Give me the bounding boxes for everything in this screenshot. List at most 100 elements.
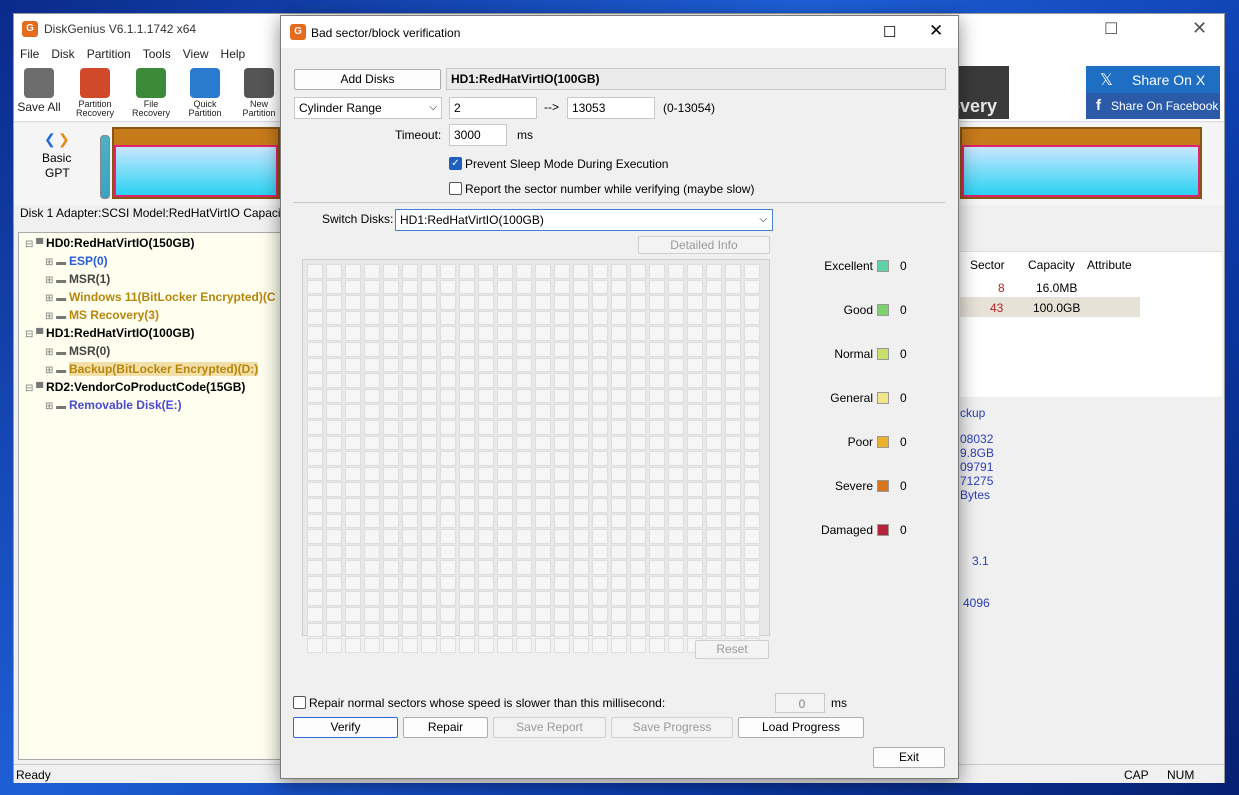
col-attribute[interactable]: Attribute bbox=[1087, 258, 1132, 272]
legend-swatch bbox=[877, 436, 889, 448]
partition-block-right[interactable] bbox=[960, 127, 1202, 199]
sector-block bbox=[383, 310, 399, 326]
share-facebook-button[interactable]: f Share On Facebook bbox=[1086, 93, 1220, 119]
sector-block bbox=[573, 497, 589, 513]
tree-node[interactable]: ⊞ ▬ Removable Disk(E:) bbox=[45, 398, 182, 412]
menu-item[interactable]: Tools bbox=[137, 44, 177, 64]
maximize-icon[interactable]: ☐ bbox=[883, 23, 896, 41]
sector-block bbox=[668, 497, 684, 513]
sector-block bbox=[364, 435, 380, 451]
sector-block bbox=[459, 357, 475, 373]
repair-slow-checkbox[interactable] bbox=[293, 696, 306, 709]
sector-block bbox=[668, 482, 684, 497]
sector-block bbox=[421, 591, 437, 607]
prev-disk-icon[interactable]: ❮ bbox=[44, 131, 56, 148]
save-report-button[interactable]: Save Report bbox=[493, 717, 606, 738]
sector-block bbox=[459, 497, 475, 513]
tree-node[interactable]: ⊞ ▬ MSR(1) bbox=[45, 272, 110, 286]
toolbar-button[interactable]: New Partition bbox=[234, 68, 284, 118]
sector-block bbox=[440, 435, 456, 451]
maximize-icon[interactable]: ☐ bbox=[1104, 19, 1118, 39]
sector-block bbox=[364, 357, 380, 373]
repair-button[interactable]: Repair bbox=[403, 717, 488, 738]
sector-block bbox=[459, 404, 475, 419]
close-icon[interactable]: ✕ bbox=[1192, 18, 1207, 39]
exit-button[interactable]: Exit bbox=[873, 747, 945, 768]
range-to-input[interactable]: 13053 bbox=[567, 97, 655, 119]
menu-item[interactable]: Help bbox=[215, 44, 252, 64]
tree-node[interactable]: ⊞ ▬ MS Recovery(3) bbox=[45, 308, 159, 322]
sector-block bbox=[516, 591, 532, 607]
sector-block bbox=[649, 295, 665, 310]
sector-block bbox=[611, 341, 627, 357]
repair-ms-unit: ms bbox=[831, 696, 847, 710]
sector-block bbox=[687, 264, 703, 279]
share-facebook-label: Share On Facebook bbox=[1111, 99, 1219, 113]
tree-node[interactable]: ⊞ ▬ ESP(0) bbox=[45, 254, 108, 268]
report-sector-checkbox[interactable] bbox=[449, 182, 462, 195]
chevron-down-icon: ⌵ bbox=[759, 214, 767, 225]
toolbar-label: Partition bbox=[188, 108, 222, 118]
sector-block bbox=[725, 544, 741, 560]
sector-block bbox=[345, 419, 361, 435]
prevent-sleep-checkbox[interactable]: ✓ bbox=[449, 157, 462, 170]
sector-block bbox=[649, 435, 665, 451]
sector-block bbox=[402, 264, 418, 279]
sector-block bbox=[744, 264, 760, 279]
load-progress-button[interactable]: Load Progress bbox=[738, 717, 864, 738]
sector-block bbox=[554, 451, 570, 466]
sector-block bbox=[383, 341, 399, 357]
share-x-button[interactable]: 𝕏 Share On X bbox=[1086, 66, 1220, 93]
switch-disks-select[interactable]: HD1:RedHatVirtIO(100GB) ⌵ bbox=[395, 209, 773, 231]
sector-block bbox=[573, 435, 589, 451]
sector-block bbox=[383, 435, 399, 451]
tree-node[interactable]: ⊟ ▀ RD2:VendorCoProductCode(15GB) bbox=[25, 380, 245, 394]
tree-node[interactable]: ⊞ ▬ Backup(BitLocker Encrypted)(D:) bbox=[45, 362, 259, 376]
app-title: DiskGenius V6.1.1.1742 x64 bbox=[44, 22, 197, 36]
menu-item[interactable]: Disk bbox=[45, 44, 80, 64]
sector-block bbox=[687, 497, 703, 513]
menu-item[interactable]: File bbox=[14, 44, 45, 64]
partition-block-left[interactable] bbox=[112, 127, 280, 199]
toolbar-button[interactable]: Partition Recovery bbox=[70, 68, 120, 118]
toolbar-button[interactable]: File Recovery bbox=[126, 68, 176, 118]
range-from-input[interactable]: 2 bbox=[449, 97, 537, 119]
tree-node[interactable]: ⊟ ▀ HD0:RedHatVirtIO(150GB) bbox=[25, 236, 195, 250]
verify-button[interactable]: Verify bbox=[293, 717, 398, 738]
add-disks-button[interactable]: Add Disks bbox=[294, 69, 441, 90]
sector-block bbox=[345, 497, 361, 513]
next-disk-icon[interactable]: ❯ bbox=[58, 131, 70, 148]
menu-item[interactable]: View bbox=[177, 44, 215, 64]
legend-count: 0 bbox=[900, 347, 907, 361]
sector-block bbox=[744, 451, 760, 466]
sector-block bbox=[725, 310, 741, 326]
reset-button[interactable]: Reset bbox=[695, 640, 769, 659]
sector-block bbox=[440, 544, 456, 560]
menu-item[interactable]: Partition bbox=[81, 44, 137, 64]
sector-block bbox=[706, 341, 722, 357]
tree-node[interactable]: ⊟ ▀ HD1:RedHatVirtIO(100GB) bbox=[25, 326, 195, 340]
timeout-input[interactable]: 3000 bbox=[449, 124, 507, 146]
cell-sector: 8 bbox=[998, 281, 1005, 295]
sector-block bbox=[554, 466, 570, 482]
toolbar-button[interactable]: Quick Partition bbox=[180, 68, 230, 118]
partition-icon: ⊞ ▬ bbox=[45, 401, 69, 412]
sector-block bbox=[497, 451, 513, 466]
close-icon[interactable]: ✕ bbox=[929, 21, 943, 41]
sector-block bbox=[364, 295, 380, 310]
repair-ms-input[interactable]: 0 bbox=[775, 693, 825, 713]
save-icon bbox=[24, 68, 54, 98]
tree-node[interactable]: ⊞ ▬ MSR(0) bbox=[45, 344, 110, 358]
save-progress-button[interactable]: Save Progress bbox=[611, 717, 733, 738]
col-sector[interactable]: Sector bbox=[970, 258, 1005, 272]
col-capacity[interactable]: Capacity bbox=[1028, 258, 1075, 272]
legend-label: Normal bbox=[834, 347, 873, 361]
sector-block bbox=[592, 404, 608, 419]
sector-block bbox=[535, 560, 551, 575]
toolbar-button[interactable]: Save All bbox=[14, 68, 64, 114]
range-mode-select[interactable]: Cylinder Range ⌵ bbox=[294, 97, 442, 119]
detail-label: ckup bbox=[960, 406, 986, 420]
detail-value: 3.1 bbox=[972, 554, 989, 568]
tree-node[interactable]: ⊞ ▬ Windows 11(BitLocker Encrypted)(C bbox=[45, 290, 276, 304]
detailed-info-button[interactable]: Detailed Info bbox=[638, 236, 770, 254]
